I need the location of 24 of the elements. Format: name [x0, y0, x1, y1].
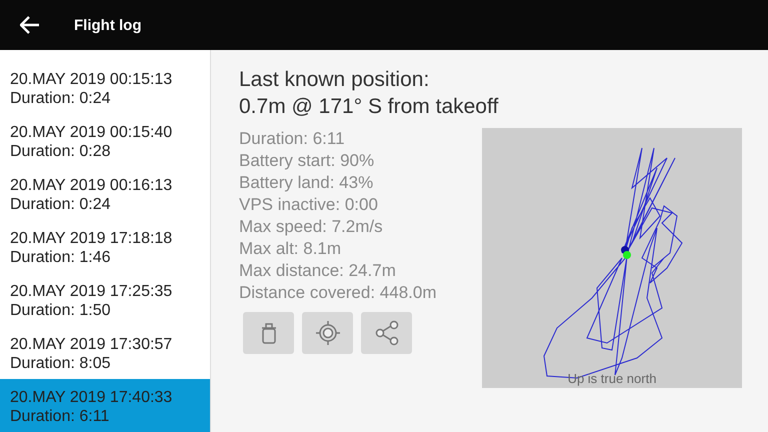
share-icon	[374, 320, 400, 346]
flight-list-item[interactable]: 20.MAY 2019 17:18:18 Duration: 1:46	[0, 220, 210, 273]
back-arrow-icon	[20, 16, 40, 34]
crosshair-icon	[314, 320, 340, 346]
flight-stat: Max alt: 8.1m	[239, 238, 342, 260]
flight-stat: Max distance: 24.7m	[239, 260, 397, 282]
flight-list-item[interactable]: 20.MAY 2019 00:15:13 Duration: 0:24	[0, 61, 210, 114]
last-position-heading: Last known position: 0.7m @ 171° S from takeoff	[239, 67, 500, 120]
flight-list-item[interactable]: 20.MAY 2019 17:40:33 Duration: 6:11	[0, 379, 210, 432]
screen-title: Flight log	[74, 16, 142, 34]
flight-list-item[interactable]: 20.MAY 2019 00:16:13 Duration: 0:24	[0, 167, 210, 220]
delete-button[interactable]	[243, 312, 294, 354]
flight-stat: Battery land: 43%	[239, 172, 374, 194]
flight-stat: Battery start: 90%	[239, 150, 376, 172]
flight-list-item[interactable]: 20.MAY 2019 17:30:57 Duration: 8:05	[0, 326, 210, 379]
trash-icon	[260, 322, 276, 344]
flight-list-item[interactable]: 20.MAY 2019 00:15:40 Duration: 0:28	[0, 114, 210, 167]
flight-stat: VPS inactive: 0:00	[239, 194, 379, 216]
locate-button[interactable]	[302, 312, 353, 354]
share-button[interactable]	[361, 312, 412, 354]
flight-list-item[interactable]: 20.MAY 2019 17:25:35 Duration: 1:50	[0, 273, 210, 326]
flight-stat: Distance covered: 448.0m	[239, 282, 438, 304]
flight-stat: Duration: 6:11	[239, 128, 346, 150]
flight-stat: Max speed: 7.2m/s	[239, 216, 384, 238]
